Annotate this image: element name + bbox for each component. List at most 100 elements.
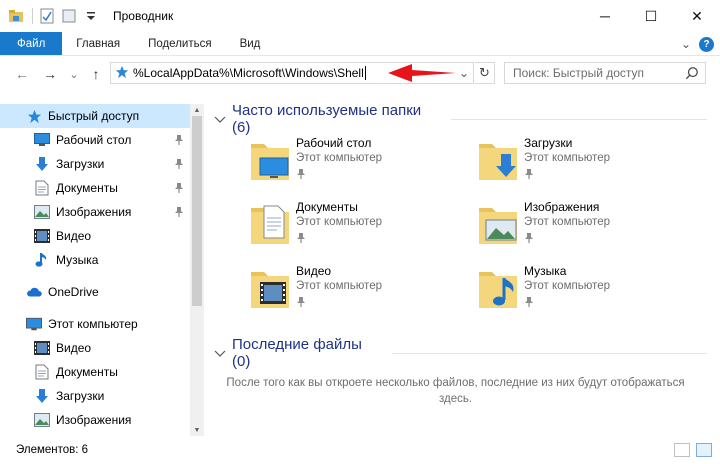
recent-locations-button[interactable]: ⌄ [64, 64, 84, 84]
pin-icon[interactable] [174, 206, 184, 218]
folder-app-icon[interactable] [8, 8, 24, 24]
back-button[interactable]: ← [12, 64, 32, 84]
search-placeholder: Поиск: Быстрый доступ [513, 66, 645, 80]
nav-item[interactable]: Загрузки [0, 384, 190, 408]
content-scrollbar[interactable] [707, 92, 720, 436]
maximize-button[interactable]: ☐ [628, 0, 674, 32]
properties-icon[interactable] [39, 8, 55, 24]
nav-item-label: Документы [56, 365, 118, 379]
folder-desktop-icon [250, 134, 290, 182]
tab-home[interactable]: Главная [62, 32, 134, 55]
nav-item-label: Музыка [56, 253, 99, 267]
pin-icon[interactable] [296, 232, 306, 244]
pin-icon[interactable] [296, 168, 306, 180]
divider [450, 118, 707, 120]
recent-files-title: Последние файлы (0) [232, 336, 362, 370]
folder-pictures-icon [478, 198, 518, 246]
pin-icon[interactable] [524, 168, 534, 180]
divider [32, 8, 33, 24]
nav-item[interactable]: Видео [0, 224, 190, 248]
content-pane: Часто используемые папки (6) Рабочий сто… [204, 92, 707, 436]
folder-tile[interactable]: Рабочий стол Этот компьютер [250, 134, 450, 190]
folder-location: Этот компьютер [524, 152, 610, 164]
refresh-button[interactable]: ↻ [475, 62, 495, 84]
pin-icon[interactable] [524, 296, 534, 308]
nav-item-label: Видео [56, 229, 92, 243]
tab-share[interactable]: Поделиться [134, 32, 226, 55]
folder-tile[interactable]: Документы Этот компьютер [250, 198, 450, 254]
tab-view[interactable]: Вид [226, 32, 275, 55]
folder-tile[interactable]: Изображения Этот компьютер [478, 198, 678, 254]
tab-file[interactable]: Файл [0, 32, 63, 55]
pin-icon[interactable] [174, 158, 184, 170]
star-icon [26, 108, 42, 124]
nav-item[interactable]: OneDrive [0, 280, 190, 304]
nav-item[interactable]: Загрузки [0, 152, 190, 176]
address-input[interactable]: %LocalAppData%\Microsoft\Windows\Shell [133, 66, 364, 80]
nav-item[interactable]: Быстрый доступ [0, 104, 190, 128]
window-controls: ─ ☐ ✕ [582, 0, 720, 32]
computer-icon [26, 316, 42, 332]
nav-item-label: Этот компьютер [48, 317, 138, 331]
red-arrow-annotation-icon [388, 64, 456, 82]
ribbon-tabs: Файл Главная Поделиться Вид ⌄ ? [0, 32, 720, 56]
recent-files-header[interactable]: Последние файлы (0) [214, 336, 707, 370]
chevron-down-icon[interactable] [214, 347, 226, 359]
pictures-icon [34, 204, 50, 220]
chevron-down-icon[interactable]: ⌄ [457, 66, 471, 80]
download-icon [34, 156, 50, 172]
nav-item[interactable]: Этот компьютер [0, 312, 190, 336]
chevron-down-icon[interactable] [214, 113, 226, 125]
search-icon[interactable] [685, 66, 699, 83]
folder-tile[interactable]: Видео Этот компьютер [250, 262, 450, 318]
nav-item[interactable]: Документы [0, 360, 190, 384]
folder-name: Загрузки [524, 136, 573, 150]
frequent-folders-header[interactable]: Часто используемые папки (6) [214, 102, 707, 136]
details-view-icon[interactable] [674, 443, 690, 457]
scroll-thumb[interactable] [192, 116, 202, 306]
pin-icon[interactable] [296, 296, 306, 308]
folder-video-icon [250, 262, 290, 310]
pin-icon[interactable] [174, 182, 184, 194]
help-icon[interactable]: ? [699, 36, 714, 52]
new-folder-icon[interactable] [61, 8, 77, 24]
status-bar: Элементов: 6 [0, 436, 720, 464]
nav-item[interactable]: Изображения [0, 408, 190, 432]
folder-name: Документы [296, 200, 358, 214]
folder-name: Изображения [524, 200, 600, 214]
nav-item[interactable]: Изображения [0, 200, 190, 224]
nav-item-label: Документы [56, 181, 118, 195]
frequent-folders-title: Часто используемые папки (6) [232, 102, 422, 136]
up-button[interactable]: ↑ [86, 64, 106, 84]
star-icon [115, 65, 129, 82]
nav-item[interactable]: Документы [0, 176, 190, 200]
folder-location: Этот компьютер [296, 216, 382, 228]
folder-tile[interactable]: Загрузки Этот компьютер [478, 134, 678, 190]
folder-name: Музыка [524, 264, 567, 278]
download-icon [34, 388, 50, 404]
folder-name: Рабочий стол [296, 136, 372, 150]
minimize-button[interactable]: ─ [582, 0, 628, 32]
nav-scrollbar[interactable]: ▲ ▼ [190, 104, 204, 436]
folder-location: Этот компьютер [296, 280, 382, 292]
forward-button[interactable]: → [40, 64, 60, 84]
close-button[interactable]: ✕ [674, 0, 720, 32]
scroll-up-icon[interactable]: ▲ [190, 104, 204, 116]
folder-tile[interactable]: Музыка Этот компьютер [478, 262, 678, 318]
search-input[interactable]: Поиск: Быстрый доступ [504, 62, 706, 84]
pin-icon[interactable] [174, 134, 184, 146]
nav-item[interactable]: Музыка [0, 248, 190, 272]
customize-toolbar-icon[interactable] [83, 8, 99, 24]
pin-icon[interactable] [524, 232, 534, 244]
scroll-down-icon[interactable]: ▼ [190, 424, 204, 436]
nav-item-label: Изображения [56, 205, 132, 219]
tiles-view-icon[interactable] [696, 443, 712, 457]
document-icon [34, 364, 50, 380]
nav-item[interactable]: Рабочий стол [0, 128, 190, 152]
nav-item[interactable]: Видео [0, 336, 190, 360]
video-icon [34, 228, 50, 244]
nav-item-label: Изображения [56, 413, 132, 427]
quick-access-toolbar [0, 0, 105, 32]
expand-ribbon-icon[interactable]: ⌄ [681, 37, 691, 51]
title-bar: Проводник ─ ☐ ✕ [0, 0, 720, 32]
